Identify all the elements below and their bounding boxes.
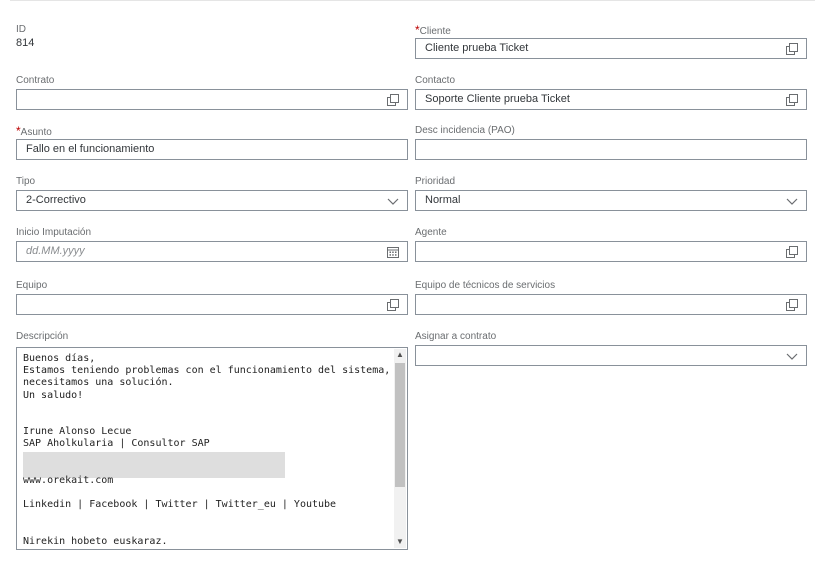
top-divider bbox=[10, 0, 815, 1]
asignar-contrato-label: Asignar a contrato bbox=[415, 331, 497, 342]
asignar-contrato-select[interactable] bbox=[415, 345, 807, 366]
id-label: ID bbox=[16, 24, 26, 35]
desc-incidencia-label: Desc incidencia (PAO) bbox=[415, 125, 515, 136]
desc-incidencia-field: Desc incidencia (PAO) bbox=[415, 125, 807, 162]
descripcion-scrollbar[interactable]: ▲ ▼ bbox=[394, 349, 406, 548]
equipo-tecnicos-field: Equipo de técnicos de servicios bbox=[415, 280, 807, 317]
chevron-down-icon[interactable] bbox=[786, 350, 798, 362]
asunto-input[interactable]: Fallo en el funcionamiento bbox=[16, 139, 408, 160]
cliente-input[interactable]: Cliente prueba Ticket bbox=[415, 38, 807, 59]
descripcion-line: necesitamos una solución. bbox=[23, 377, 174, 389]
inicio-imputacion-field: Inicio Imputación dd.MM.yyyy bbox=[16, 227, 408, 264]
tipo-field: Tipo 2-Correctivo bbox=[16, 176, 408, 213]
agente-label: Agente bbox=[415, 227, 447, 238]
chevron-down-icon[interactable] bbox=[786, 195, 798, 207]
descripcion-line bbox=[23, 414, 393, 426]
descripcion-label: Descripción bbox=[16, 331, 69, 342]
id-value: 814 bbox=[16, 37, 35, 49]
date-placeholder: dd.MM.yyyy bbox=[26, 245, 85, 257]
descripcion-line: SAP Aholkularia | Consultor SAP bbox=[23, 438, 210, 450]
value-help-icon[interactable] bbox=[387, 94, 399, 106]
descripcion-line bbox=[23, 511, 393, 523]
agente-field: Agente bbox=[415, 227, 807, 264]
descripcion-line: Estamos teniendo problemas con el funcio… bbox=[23, 365, 391, 377]
value-help-icon[interactable] bbox=[387, 299, 399, 311]
inicio-imputacion-input[interactable]: dd.MM.yyyy bbox=[16, 241, 408, 262]
equipo-tecnicos-label: Equipo de técnicos de servicios bbox=[415, 280, 556, 291]
descripcion-line bbox=[23, 463, 393, 475]
contrato-label: Contrato bbox=[16, 75, 55, 86]
descripcion-line: Un saludo! bbox=[23, 389, 84, 401]
calendar-icon[interactable] bbox=[387, 246, 399, 258]
value-help-icon[interactable] bbox=[786, 246, 798, 258]
equipo-label: Equipo bbox=[16, 280, 48, 291]
asunto-label: *Asunto bbox=[16, 124, 52, 138]
descripcion-field: Descripción Buenos días, Estamos teniendo… bbox=[16, 331, 408, 550]
desc-incidencia-input[interactable] bbox=[415, 139, 807, 160]
tipo-select[interactable]: 2-Correctivo bbox=[16, 190, 408, 211]
cliente-field: *Cliente Cliente prueba Ticket bbox=[415, 24, 807, 61]
chevron-down-icon[interactable] bbox=[387, 195, 399, 207]
tipo-label: Tipo bbox=[16, 176, 36, 187]
scroll-down-arrow-icon[interactable]: ▼ bbox=[394, 536, 406, 548]
descripcion-text: Buenos días, Estamos teniendo problemas c… bbox=[23, 353, 393, 548]
asunto-field: *Asunto Fallo en el funcionamiento bbox=[16, 125, 408, 162]
descripcion-line: Buenos días, bbox=[23, 353, 96, 364]
scrollbar-thumb[interactable] bbox=[395, 363, 405, 487]
scroll-up-arrow-icon[interactable]: ▲ bbox=[394, 349, 406, 361]
inicio-imputacion-label: Inicio Imputación bbox=[16, 227, 92, 238]
value-help-icon[interactable] bbox=[786, 43, 798, 55]
asignar-contrato-field: Asignar a contrato bbox=[415, 331, 807, 368]
descripcion-line: Irune Alonso Lecue bbox=[23, 426, 132, 438]
contacto-label: Contacto bbox=[415, 75, 456, 86]
equipo-field: Equipo bbox=[16, 280, 408, 317]
agente-input[interactable] bbox=[415, 241, 807, 262]
descripcion-line bbox=[23, 402, 393, 414]
id-field: ID 814 bbox=[16, 24, 408, 49]
descripcion-line: www.orekait.com bbox=[23, 474, 114, 486]
descripcion-line bbox=[23, 451, 393, 463]
descripcion-line: Nirekin hobeto euskaraz. bbox=[23, 535, 168, 547]
descripcion-line: Linkedin | Facebook | Twitter | Twitter_… bbox=[23, 499, 337, 511]
equipo-input[interactable] bbox=[16, 294, 408, 315]
value-help-icon[interactable] bbox=[786, 94, 798, 106]
prioridad-field: Prioridad Normal bbox=[415, 176, 807, 213]
descripcion-line bbox=[23, 487, 393, 499]
prioridad-select[interactable]: Normal bbox=[415, 190, 807, 211]
contacto-field: Contacto Soporte Cliente prueba Ticket bbox=[415, 75, 807, 112]
contacto-input[interactable]: Soporte Cliente prueba Ticket bbox=[415, 89, 807, 110]
equipo-tecnicos-input[interactable] bbox=[415, 294, 807, 315]
value-help-icon[interactable] bbox=[786, 299, 798, 311]
descripcion-line bbox=[23, 524, 393, 536]
contrato-input[interactable] bbox=[16, 89, 408, 110]
contrato-field: Contrato bbox=[16, 75, 408, 112]
cliente-label: *Cliente bbox=[415, 23, 451, 37]
descripcion-textarea[interactable]: Buenos días, Estamos teniendo problemas c… bbox=[16, 347, 408, 550]
prioridad-label: Prioridad bbox=[415, 176, 456, 187]
